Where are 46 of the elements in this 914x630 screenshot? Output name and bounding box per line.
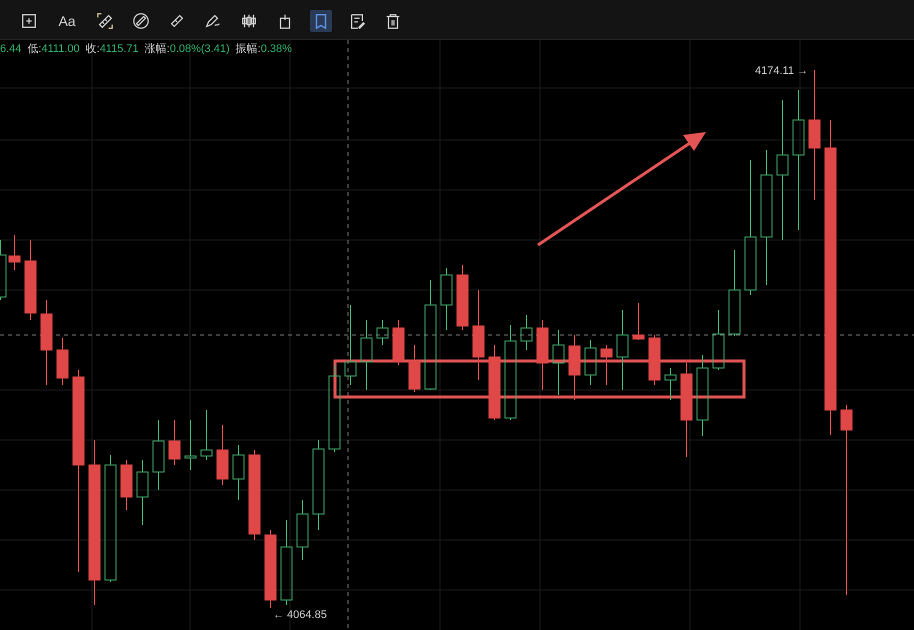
candlestick xyxy=(664,368,676,400)
candlestick xyxy=(632,302,644,340)
ruler-icon xyxy=(168,12,186,30)
ruler-circle-icon xyxy=(132,12,150,30)
candlestick xyxy=(56,338,68,386)
candlestick xyxy=(8,234,20,270)
edit-icon xyxy=(348,12,366,30)
candlestick xyxy=(456,264,468,330)
candlestick xyxy=(408,344,420,392)
candles-icon xyxy=(240,12,258,30)
stat-text: 涨幅:0.08%(3.41) xyxy=(144,42,230,56)
candlestick xyxy=(376,320,388,346)
candlestick xyxy=(296,500,308,560)
candlestick xyxy=(584,340,596,386)
candlestick xyxy=(232,444,244,500)
candlestick xyxy=(536,320,548,390)
pen-icon xyxy=(204,12,222,30)
candlestick xyxy=(360,320,372,390)
ruler-box-icon xyxy=(96,12,114,30)
candlestick xyxy=(184,420,196,470)
trash-icon xyxy=(384,12,402,30)
candlestick xyxy=(136,460,148,526)
ruler-box-tool-button[interactable] xyxy=(94,10,116,32)
high-price-label: 4174.11 → xyxy=(755,64,808,79)
text-tool-button[interactable]: Aa xyxy=(54,10,80,32)
candlestick xyxy=(440,268,452,330)
candlestick xyxy=(600,344,612,386)
candlestick xyxy=(120,460,132,510)
candlestick xyxy=(216,424,228,486)
candlestick xyxy=(200,410,212,460)
candlestick xyxy=(552,330,564,396)
stat-text: 6.44 xyxy=(0,42,22,56)
candlestick xyxy=(520,314,532,350)
candlestick xyxy=(712,310,724,370)
candlestick xyxy=(152,420,164,490)
ruler-circle-tool-button[interactable] xyxy=(130,10,152,32)
candlestick xyxy=(648,334,660,386)
bookmark-tool-button[interactable] xyxy=(310,10,332,32)
candlestick xyxy=(168,420,180,466)
candlestick xyxy=(0,240,6,300)
stat-text: 振幅:0.38% xyxy=(236,42,292,56)
stat-text: 低:4111.00 xyxy=(27,42,80,56)
stat-text: 收:4115.71 xyxy=(86,42,139,56)
low-price-label: ← 4064.85 xyxy=(273,608,327,623)
candlestick xyxy=(568,334,580,400)
candlestick xyxy=(392,320,404,366)
